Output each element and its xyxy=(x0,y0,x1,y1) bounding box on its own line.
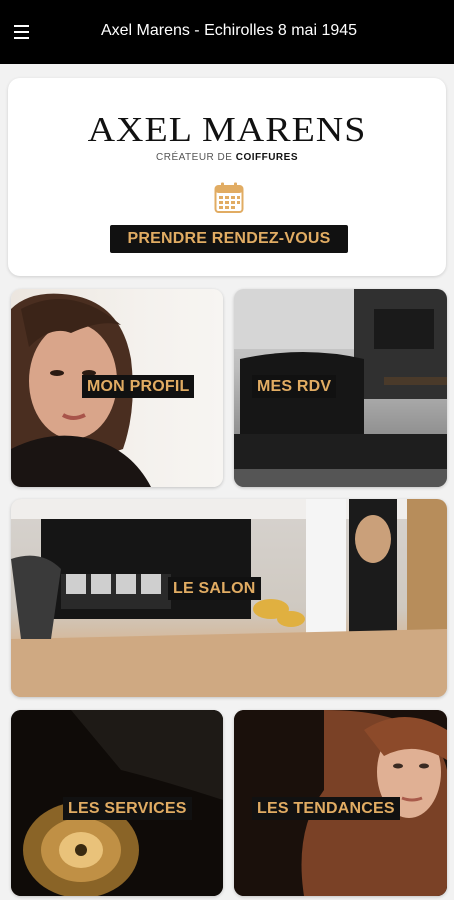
hero-card: AXEL MARENS CRÉATEUR DE COIFFURES PRENDR… xyxy=(8,78,446,276)
book-appointment-button[interactable]: PRENDRE RENDEZ-VOUS xyxy=(110,225,348,253)
tile-mon-profil-label: MON PROFIL xyxy=(82,375,195,398)
tile-mes-rdv-label: MES RDV xyxy=(252,375,337,398)
app-bar: Axel Marens - Echirolles 8 mai 1945 xyxy=(0,0,454,64)
brand-logo: AXEL MARENS xyxy=(87,110,367,150)
tagline-prefix: CRÉATEUR DE xyxy=(156,152,233,163)
tile-mon-profil[interactable]: MON PROFIL xyxy=(11,289,223,487)
calendar-icon xyxy=(214,182,244,213)
tile-mes-rdv[interactable]: MES RDV xyxy=(234,289,447,487)
tile-les-services-label: LES SERVICES xyxy=(63,797,192,820)
tile-le-salon[interactable]: LE SALON xyxy=(11,499,447,697)
tile-les-services[interactable]: LES SERVICES xyxy=(11,710,223,896)
tile-les-tendances[interactable]: LES TENDANCES xyxy=(234,710,447,896)
tile-les-tendances-label: LES TENDANCES xyxy=(252,797,400,820)
tagline-bold: COIFFURES xyxy=(235,152,298,163)
tile-le-salon-label: LE SALON xyxy=(168,577,261,600)
app-bar-title: Axel Marens - Echirolles 8 mai 1945 xyxy=(100,22,358,39)
brand-tagline: CRÉATEUR DE COIFFURES xyxy=(8,152,446,163)
